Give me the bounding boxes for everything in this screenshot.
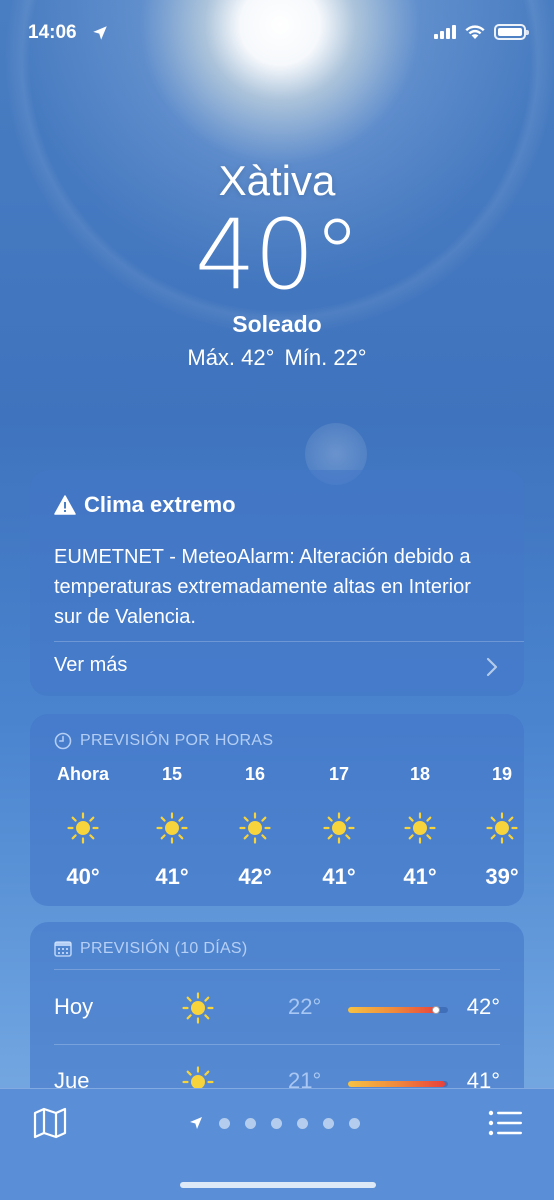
daily-header: PREVISIÓN (10 DÍAS) [54, 940, 248, 958]
sun-icon [182, 992, 214, 1024]
severe-weather-card[interactable]: Clima extremo EUMETNET - MeteoAlarm: Alt… [30, 470, 524, 696]
page-dot[interactable] [271, 1117, 282, 1129]
page-dot[interactable] [349, 1117, 360, 1129]
temperature-range-fill [348, 1081, 445, 1087]
high-temp: Máx. 42° [187, 345, 275, 370]
status-time: 14:06 [28, 22, 77, 43]
alert-header: Clima extremo [54, 492, 236, 518]
hourly-title: PREVISIÓN POR HORAS [80, 732, 274, 749]
chevron-right-icon[interactable] [484, 656, 500, 678]
calendar-icon [54, 941, 72, 957]
cellular-signal-icon [434, 25, 456, 39]
hour-label: 15 [161, 764, 183, 784]
high-low: Máx. 42° Mín. 22° [0, 343, 554, 373]
status-icons [434, 24, 529, 40]
list-icon[interactable] [488, 1109, 522, 1137]
alert-title: Clima extremo [84, 492, 236, 517]
daily-title: PREVISIÓN (10 DÍAS) [80, 940, 248, 957]
hour-temp: 41° [403, 864, 437, 889]
low-temp: Mín. 22° [284, 345, 367, 370]
hour-item: 15 41° [142, 764, 202, 890]
hour-label: 18 [409, 764, 431, 784]
sun-icon [404, 812, 436, 844]
current-weather: Xàtiva 40° Soleado Máx. 42° Mín. 22° [0, 155, 554, 373]
wifi-icon [465, 25, 485, 39]
hour-item: Ahora 40° [53, 764, 113, 890]
page-dot[interactable] [219, 1117, 230, 1129]
hour-item: 18 41° [390, 764, 450, 890]
hourly-forecast-card[interactable]: PREVISIÓN POR HORAS Ahora 40° 15 41° 16 42° 17… [30, 714, 524, 906]
hour-label: 19 [491, 764, 513, 784]
sun-icon [323, 812, 355, 844]
temperature-range-fill [348, 1007, 440, 1013]
day-low: 22° [288, 994, 322, 1019]
current-temp-dot [432, 1006, 440, 1014]
temperature-range-bar [348, 1081, 448, 1087]
divider [54, 1044, 500, 1045]
weather-condition: Soleado [232, 311, 322, 337]
battery-icon [494, 24, 529, 40]
current-location-page-icon[interactable] [188, 1115, 204, 1131]
hourly-header: PREVISIÓN POR HORAS [54, 732, 273, 750]
page-dot[interactable] [323, 1117, 334, 1129]
hour-label: Ahora [56, 764, 109, 784]
map-icon[interactable] [32, 1107, 68, 1139]
current-temperature: 40° [194, 199, 361, 311]
day-high: 42° [466, 994, 500, 1019]
divider [54, 641, 524, 642]
page-dot[interactable] [297, 1117, 308, 1129]
clock-icon [54, 732, 72, 750]
hour-temp: 40° [66, 864, 100, 889]
see-more-link[interactable]: Ver más [54, 654, 127, 677]
hour-item: 16 42° [225, 764, 285, 890]
day-name: Hoy [54, 994, 94, 1019]
sun-icon [156, 812, 188, 844]
sun-icon [67, 812, 99, 844]
page-dot[interactable] [245, 1117, 256, 1129]
temperature-range-bar [348, 1006, 448, 1014]
alert-body: EUMETNET - MeteoAlarm: Alteración debido… [54, 546, 471, 628]
bottom-toolbar [0, 1088, 554, 1200]
hour-temp: 41° [155, 864, 189, 889]
hour-temp: 39° [485, 864, 519, 889]
divider [54, 969, 500, 970]
hour-item: 19 39° [472, 764, 524, 890]
page-indicator[interactable] [188, 1115, 360, 1131]
hour-temp: 42° [238, 864, 272, 889]
hour-item: 17 41° [309, 764, 369, 890]
sun-icon [486, 812, 518, 844]
home-indicator [180, 1182, 376, 1188]
status-bar: 14:06 [0, 0, 554, 64]
hourly-list[interactable]: Ahora 40° 15 41° 16 42° 17 41° 18 41° 19 39° [30, 764, 524, 904]
sun-icon [239, 812, 271, 844]
hour-label: 17 [328, 764, 350, 784]
location-arrow-icon [93, 26, 107, 40]
warning-triangle-icon [54, 495, 76, 515]
hour-label: 16 [244, 764, 266, 784]
hour-temp: 41° [322, 864, 356, 889]
day-row[interactable]: Hoy 22° 42° [30, 976, 524, 1038]
